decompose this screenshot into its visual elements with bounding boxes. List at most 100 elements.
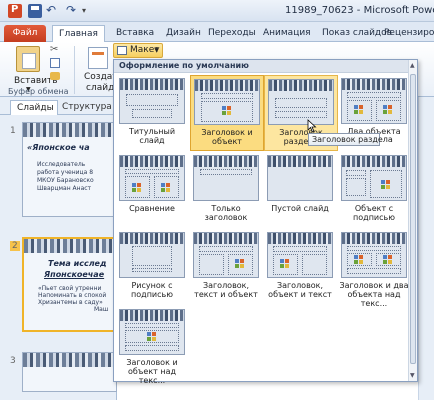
slide-text-line: Напоминать в спокой <box>38 292 107 299</box>
ribbon-tabs: Файл Главная Вставка Дизайн Переходы Ани… <box>0 22 434 43</box>
layout-label: Заголовок, текст и объект <box>194 281 258 299</box>
copy-icon[interactable] <box>50 58 60 68</box>
content-placeholder-icon <box>383 255 393 264</box>
layout-thumbnail <box>268 79 334 125</box>
layout-thumbnail <box>193 155 259 201</box>
layout-thumbnail <box>119 78 185 124</box>
layout-thumbnail <box>267 155 333 201</box>
tab-outline[interactable]: Структура <box>62 100 112 114</box>
tab-transitions[interactable]: Переходы <box>202 25 262 42</box>
layout-title-two-content-over-text[interactable]: Заголовок и два объекта над текс... <box>338 229 412 308</box>
layout-title-and-content[interactable]: Заголовок и объект <box>190 75 264 151</box>
layout-icon <box>117 46 127 55</box>
powerpoint-app-icon[interactable] <box>8 4 22 18</box>
customize-qat-icon[interactable]: ▾ <box>82 6 96 20</box>
clipboard-group-label: Буфер обмена <box>8 87 69 96</box>
layout-blank[interactable]: Пустой слайд <box>264 152 338 228</box>
tab-insert[interactable]: Вставка <box>110 25 160 42</box>
slide-title: «Японское ча <box>27 143 90 152</box>
layout-title-slide[interactable]: Титульный слайд <box>116 75 190 151</box>
content-placeholder-icon <box>383 105 393 114</box>
layout-title-text-content[interactable]: Заголовок, текст и объект <box>190 229 264 305</box>
layout-label: Заголовок и объект <box>201 128 253 146</box>
content-placeholder-icon <box>132 183 142 192</box>
save-icon[interactable] <box>28 4 42 18</box>
layout-gallery: Оформление по умолчанию Титульный слайд … <box>113 59 418 385</box>
tab-review[interactable]: Рецензирова <box>378 25 434 42</box>
layout-thumbnail <box>119 232 185 278</box>
slide-thumbnail[interactable] <box>22 352 117 392</box>
layout-content-with-caption[interactable]: Объект с подписью <box>338 152 412 228</box>
slide-number: 2 <box>10 241 20 251</box>
tab-home[interactable]: Главная <box>52 25 105 43</box>
layout-label: Объект с подписью <box>353 204 395 222</box>
layout-thumbnail <box>194 79 260 125</box>
layout-thumbnail <box>341 232 407 278</box>
slide-border-ornament <box>23 123 116 137</box>
group-separator <box>74 46 75 94</box>
layout-thumbnail <box>341 78 407 124</box>
tab-animation[interactable]: Анимация <box>257 25 317 42</box>
layout-picture-with-caption[interactable]: Рисунок с подписью <box>116 229 190 305</box>
layout-title-only[interactable]: Только заголовок <box>190 152 264 228</box>
slide-thumbnail-selected[interactable]: Тема исслед Японскоечае «Пьет свой утрен… <box>22 237 117 332</box>
content-placeholder-icon <box>280 259 290 268</box>
layout-thumbnail <box>267 232 333 278</box>
layout-label: Сравнение <box>129 204 175 213</box>
powerpoint-window: ↶ ↷ ▾ 11989_70623 - Microsoft PowerPoint… <box>0 0 434 400</box>
layout-thumbnail <box>341 155 407 201</box>
slide-border-ornament <box>23 353 116 367</box>
gallery-section-header: Оформление по умолчанию <box>114 60 410 73</box>
slide-number: 3 <box>10 356 16 366</box>
layout-title-content-text[interactable]: Заголовок, объект и текст <box>264 229 338 305</box>
gallery-scrollbar[interactable]: ▲ ▼ <box>408 60 417 381</box>
slide-subtitle: Японскоечае <box>44 270 105 279</box>
paste-icon[interactable] <box>16 46 40 72</box>
layout-title-content-over-text[interactable]: Заголовок и объект над текс... <box>116 306 190 385</box>
layout-label: Заголовок и два объекта над текс... <box>339 281 409 308</box>
content-placeholder-icon <box>381 180 391 189</box>
slide-text-line: Исследователь <box>37 161 86 168</box>
slides-pane: Слайды Структура 1 «Японское ча Исследов… <box>0 97 117 400</box>
new-slide-icon[interactable] <box>88 47 108 69</box>
slide-border-ornament <box>24 239 115 253</box>
title-bar: ↶ ↷ ▾ 11989_70623 - Microsoft PowerPoint <box>0 0 434 22</box>
layout-tooltip: Заголовок раздела <box>308 133 393 146</box>
editor-area-edge <box>418 97 434 400</box>
content-placeholder-icon <box>354 255 364 264</box>
slides-pane-tabs: Слайды Структура <box>0 97 117 115</box>
slide-thumbnail[interactable]: «Японское ча Исследователь работа учениц… <box>22 122 117 217</box>
chevron-down-icon: ▼ <box>154 47 159 54</box>
redo-icon[interactable]: ↷ <box>66 3 80 17</box>
scrollbar-thumb[interactable] <box>410 74 416 364</box>
cut-icon[interactable]: ✂ <box>50 44 58 55</box>
tab-design[interactable]: Дизайн <box>160 25 207 42</box>
scroll-down-icon[interactable]: ▼ <box>410 372 415 379</box>
scroll-up-icon[interactable]: ▲ <box>410 62 415 69</box>
layout-label: Заголовок и объект над текс... <box>126 358 178 385</box>
layout-thumbnail <box>119 309 185 355</box>
layout-label: Только заголовок <box>204 204 248 222</box>
new-slide-label-line2[interactable]: слайд <box>86 83 114 93</box>
slide-text-line: работа ученица 8 <box>37 169 94 176</box>
slide-text-line: Маш <box>94 306 109 313</box>
layout-thumbnail <box>193 232 259 278</box>
content-placeholder-icon <box>222 106 232 115</box>
layout-label: Пустой слайд <box>271 204 329 213</box>
layout-button[interactable]: Макет ▼ <box>113 43 163 58</box>
tab-file[interactable]: Файл <box>4 25 46 42</box>
slide-title: Тема исслед <box>48 259 107 268</box>
layout-thumbnail <box>119 155 185 201</box>
content-placeholder-icon <box>161 183 171 192</box>
layout-label: Заголовок, объект и текст <box>268 281 332 299</box>
format-painter-icon[interactable] <box>50 72 60 80</box>
undo-icon[interactable]: ↶ <box>46 3 60 17</box>
mouse-pointer-icon <box>307 119 317 133</box>
layout-comparison[interactable]: Сравнение <box>116 152 190 228</box>
slide-number: 1 <box>10 126 16 136</box>
tab-slides[interactable]: Слайды <box>10 100 58 115</box>
layout-label: Рисунок с подписью <box>131 281 173 299</box>
window-title: 11989_70623 - Microsoft PowerPoint <box>285 5 434 16</box>
slide-text-line: «Пьет свой утренни <box>38 285 102 292</box>
content-placeholder-icon <box>354 105 364 114</box>
